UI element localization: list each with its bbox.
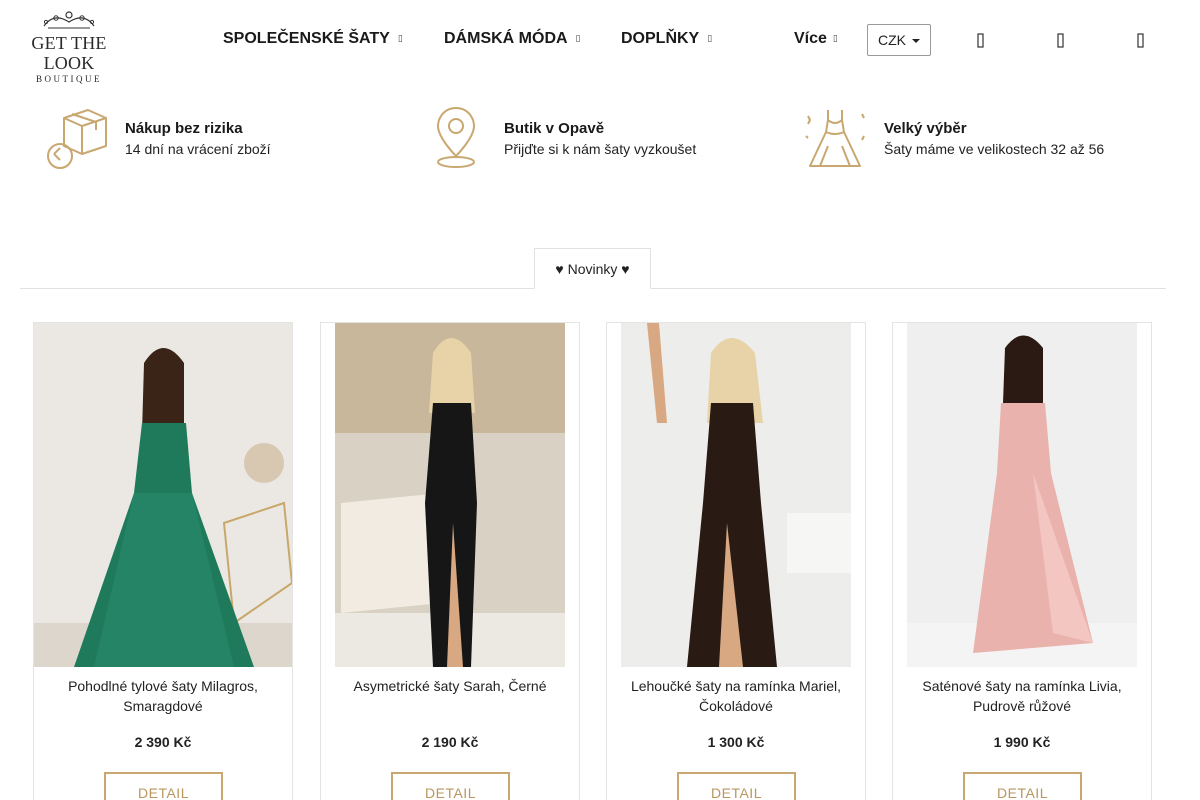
product-image[interactable]: [321, 323, 579, 667]
benefit-return: Nákup bez rizika 14 dní na vrácení zboží: [42, 106, 362, 172]
search-icon[interactable]: [972, 32, 990, 50]
nav-spolecenske-saty[interactable]: SPOLEČENSKÉ ŠATY ▯: [223, 30, 403, 48]
nav-label: DÁMSKÁ MÓDA: [444, 30, 568, 47]
chevron-down-icon: ▯: [832, 33, 838, 44]
detail-button[interactable]: DETAIL: [963, 772, 1082, 800]
logo-subtitle: BOUTIQUE: [36, 74, 102, 84]
chevron-down-icon: ▯: [397, 33, 403, 44]
product-price: 1 990 Kč: [993, 734, 1051, 750]
product-name[interactable]: Lehoučké šaty na ramínka Mariel, Čokolád…: [617, 676, 855, 716]
product-name[interactable]: Asymetrické šaty Sarah, Černé: [331, 676, 569, 696]
benefit-text: Šaty máme ve velikostech 32 až 56: [884, 141, 1105, 157]
dropdown-arrow-icon: [912, 39, 920, 43]
product-price: 2 390 Kč: [134, 734, 192, 750]
product-image[interactable]: [893, 323, 1151, 667]
product-card[interactable]: Pohodlné tylové šaty Milagros, Smaragdov…: [33, 322, 293, 800]
benefit-text: 14 dní na vrácení zboží: [125, 141, 271, 157]
return-box-icon: [47, 109, 107, 169]
chevron-down-icon: ▯: [575, 33, 581, 44]
dress-icon: [805, 110, 865, 167]
logo-brand: GET THE LOOK: [31, 33, 107, 73]
currency-value: CZK: [878, 32, 906, 48]
detail-button[interactable]: DETAIL: [391, 772, 510, 800]
product-photo: [893, 323, 1151, 667]
chevron-down-icon: ▯: [707, 33, 713, 44]
benefit-boutique: Butik v Opavě Přijďte si k nám šaty vyzk…: [430, 106, 750, 172]
benefit-title: Nákup bez rizika: [125, 120, 243, 137]
logo[interactable]: GET THE LOOK BOUTIQUE: [4, 8, 134, 84]
nav-more[interactable]: Více ▯: [794, 30, 838, 48]
detail-button[interactable]: DETAIL: [677, 772, 796, 800]
product-card[interactable]: Saténové šaty na ramínka Livia, Pudrově …: [892, 322, 1152, 800]
product-card[interactable]: Lehoučké šaty na ramínka Mariel, Čokolád…: [606, 322, 866, 800]
cart-icon[interactable]: [1132, 32, 1150, 50]
nav-label: SPOLEČENSKÉ ŠATY: [223, 30, 390, 47]
product-photo: [607, 323, 865, 667]
nav-label: Více: [794, 30, 827, 47]
benefit-text: Přijďte si k nám šaty vyzkoušet: [504, 141, 697, 157]
product-photo: [34, 323, 292, 667]
benefit-title: Butik v Opavě: [504, 120, 605, 137]
product-image[interactable]: [34, 323, 292, 667]
site-header: GET THE LOOK BOUTIQUE SPOLEČENSKÉ ŠATY ▯ …: [0, 0, 1200, 84]
product-price: 1 300 Kč: [707, 734, 765, 750]
user-icon[interactable]: [1052, 32, 1070, 50]
product-photo: [321, 323, 579, 667]
product-name[interactable]: Pohodlné tylové šaty Milagros, Smaragdov…: [44, 676, 282, 716]
detail-button[interactable]: DETAIL: [104, 772, 223, 800]
benefit-title: Velký výběr: [884, 120, 967, 137]
crown-icon: [43, 11, 95, 29]
nav-label: DOPLŇKY: [621, 30, 700, 47]
nav-damska-moda[interactable]: DÁMSKÁ MÓDA ▯: [444, 30, 581, 48]
location-pin-icon: [436, 106, 476, 168]
product-price: 2 190 Kč: [421, 734, 479, 750]
product-card[interactable]: Asymetrické šaty Sarah, Černé 2 190 Kč D…: [320, 322, 580, 800]
nav-doplnky[interactable]: DOPLŇKY ▯: [621, 30, 712, 48]
benefit-selection: Velký výběr Šaty máme ve velikostech 32 …: [802, 106, 1162, 172]
product-image[interactable]: [607, 323, 865, 667]
currency-select[interactable]: CZK: [867, 24, 931, 56]
tab-novinky[interactable]: ♥ Novinky ♥: [534, 248, 651, 289]
product-name[interactable]: Saténové šaty na ramínka Livia, Pudrově …: [903, 676, 1141, 716]
